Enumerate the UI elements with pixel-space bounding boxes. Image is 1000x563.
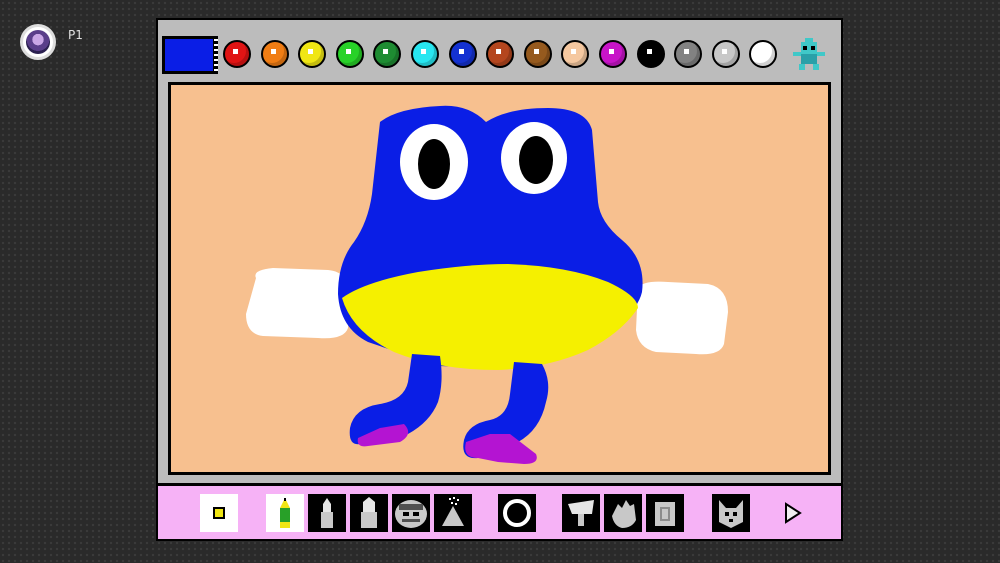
color-yellow[interactable] <box>298 40 327 68</box>
circle-icon <box>503 499 531 527</box>
tool-bar <box>158 486 841 539</box>
color-white[interactable] <box>749 40 778 68</box>
clear-tool[interactable] <box>712 494 750 532</box>
color-blue[interactable] <box>448 40 477 68</box>
spray-can-icon <box>442 497 464 526</box>
pencil-tool[interactable] <box>266 494 304 532</box>
color-green[interactable] <box>335 40 364 68</box>
gnat-mascot-icon[interactable] <box>791 38 827 72</box>
right-eye-pupil <box>519 136 553 184</box>
left-eye-pupil <box>418 139 450 189</box>
drawing-canvas[interactable] <box>168 82 831 475</box>
brush-size-tool[interactable] <box>200 494 238 532</box>
shape-tool[interactable] <box>498 494 536 532</box>
small-square-icon <box>213 507 225 519</box>
paint-app <box>156 18 843 541</box>
color-orange[interactable] <box>260 40 289 68</box>
dog-icon <box>719 500 743 528</box>
color-black[interactable] <box>636 40 665 68</box>
kirby-mage-avatar-icon <box>20 24 56 60</box>
pencil-icon <box>280 498 290 528</box>
paint-bucket-icon <box>568 500 594 526</box>
player-badge: P1 <box>20 24 83 60</box>
canvas-frame <box>158 78 841 483</box>
color-magenta[interactable] <box>599 40 627 68</box>
eraser-icon <box>655 502 675 526</box>
current-color-swatch <box>165 39 213 71</box>
player-label: P1 <box>68 28 83 42</box>
color-dark-green[interactable] <box>373 40 402 68</box>
mario-stamp-icon <box>395 500 427 528</box>
eraser-tool[interactable] <box>646 494 684 532</box>
hand-icon <box>612 500 636 528</box>
undo-tool[interactable] <box>604 494 642 532</box>
left-hand <box>246 268 350 339</box>
right-hand <box>636 281 728 355</box>
color-red[interactable] <box>223 40 251 68</box>
color-palette-bar <box>158 20 841 78</box>
color-gray[interactable] <box>674 40 703 68</box>
color-red-brown[interactable] <box>486 40 515 68</box>
wide-brush-icon <box>361 497 377 528</box>
color-peach[interactable] <box>561 40 590 68</box>
frog-drawing <box>171 85 828 472</box>
paint-brush-icon <box>321 498 333 528</box>
spray-can-tool[interactable] <box>434 494 472 532</box>
color-cyan[interactable] <box>411 40 439 68</box>
color-brown[interactable] <box>523 40 552 68</box>
fill-tool[interactable] <box>562 494 600 532</box>
color-light-gray[interactable] <box>711 40 740 68</box>
next-page-arrow[interactable] <box>774 494 812 532</box>
paint-brush-tool[interactable] <box>308 494 346 532</box>
current-color-indicator <box>162 36 218 74</box>
stamp-tool[interactable] <box>392 494 430 532</box>
wide-brush-tool[interactable] <box>350 494 388 532</box>
film-strip-edge <box>214 36 218 74</box>
right-arrow-icon <box>785 502 802 524</box>
